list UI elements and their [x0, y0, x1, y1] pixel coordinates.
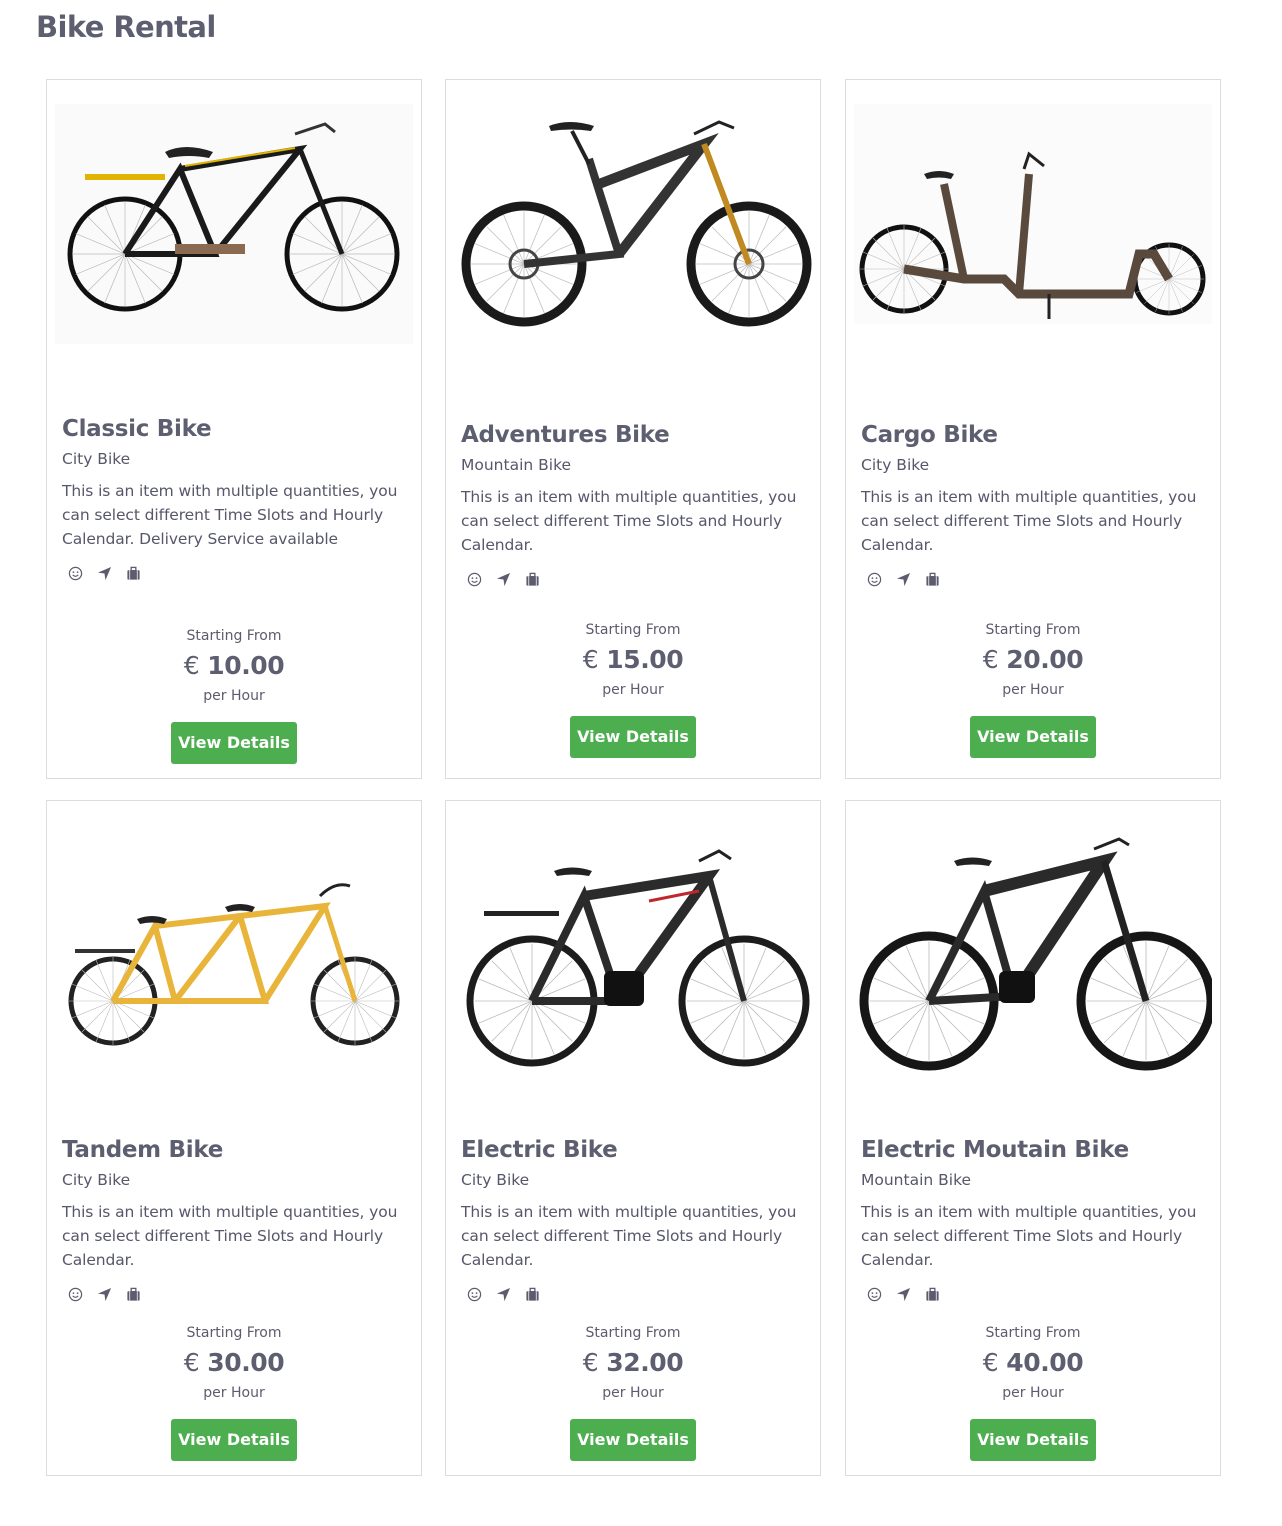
price-unit: per Hour: [1002, 682, 1064, 698]
price: €40.00: [846, 1343, 1220, 1383]
item-name[interactable]: Electric Moutain Bike: [861, 1135, 1208, 1165]
product-card: Classic Bike City Bike This is an item w…: [46, 79, 422, 779]
item-type: Mountain Bike: [461, 456, 572, 474]
product-card: Electric Moutain Bike Mountain Bike This…: [845, 800, 1221, 1476]
feature-icons: [467, 572, 808, 587]
feature-icons: [68, 1287, 409, 1302]
price: €10.00: [47, 646, 421, 686]
item-type: City Bike: [62, 450, 131, 468]
item-description: This is an item with multiple quantities…: [861, 488, 1197, 554]
classic-bike-image: [55, 104, 413, 344]
item-name[interactable]: Cargo Bike: [861, 420, 1208, 450]
feature-icons: [867, 572, 1208, 587]
briefcase-icon: [126, 566, 141, 581]
item-type: City Bike: [62, 1171, 131, 1189]
price: €20.00: [846, 640, 1220, 680]
currency: €: [183, 1348, 200, 1377]
starting-from-label: Starting From: [585, 622, 681, 638]
smiley-icon: [68, 1287, 83, 1302]
item-description: This is an item with multiple quantities…: [461, 488, 797, 554]
mountain-bike-image: [461, 120, 812, 327]
product-card: Cargo Bike City Bike This is an item wit…: [845, 79, 1221, 779]
briefcase-icon: [126, 1287, 141, 1302]
electric-bike-image: [466, 849, 810, 1067]
feature-icons: [867, 1287, 1208, 1302]
price: €30.00: [47, 1343, 421, 1383]
item-name[interactable]: Tandem Bike: [62, 1135, 409, 1165]
item-description: This is an item with multiple quantities…: [861, 1203, 1197, 1269]
view-details-button[interactable]: View Details: [570, 716, 696, 758]
item-type: City Bike: [861, 456, 930, 474]
feature-icons: [68, 566, 409, 581]
starting-from-label: Starting From: [186, 1325, 282, 1341]
location-arrow-icon: [896, 572, 911, 587]
smiley-icon: [467, 572, 482, 587]
price-value: 15.00: [606, 645, 684, 674]
price: €32.00: [446, 1343, 820, 1383]
item-name[interactable]: Electric Bike: [461, 1135, 808, 1165]
page-title: Bike Rental: [36, 10, 216, 44]
smiley-icon: [467, 1287, 482, 1302]
location-arrow-icon: [896, 1287, 911, 1302]
item-type: Mountain Bike: [861, 1171, 972, 1189]
price-value: 32.00: [606, 1348, 684, 1377]
view-details-button[interactable]: View Details: [970, 1419, 1096, 1461]
item-description: This is an item with multiple quantities…: [62, 1203, 398, 1269]
briefcase-icon: [925, 572, 940, 587]
smiley-icon: [867, 572, 882, 587]
starting-from-label: Starting From: [186, 628, 282, 644]
price-unit: per Hour: [1002, 1385, 1064, 1401]
item-name[interactable]: Classic Bike: [62, 414, 409, 444]
starting-from-label: Starting From: [585, 1325, 681, 1341]
starting-from-label: Starting From: [985, 622, 1081, 638]
starting-from-label: Starting From: [985, 1325, 1081, 1341]
product-card: Tandem Bike City Bike This is an item wi…: [46, 800, 422, 1476]
smiley-icon: [867, 1287, 882, 1302]
location-arrow-icon: [97, 566, 112, 581]
price-unit: per Hour: [602, 682, 664, 698]
price-unit: per Hour: [602, 1385, 664, 1401]
price: €15.00: [446, 640, 820, 680]
item-description: This is an item with multiple quantities…: [461, 1203, 797, 1269]
price-unit: per Hour: [203, 688, 265, 704]
tandem-bike-image: [68, 883, 400, 1046]
price-value: 30.00: [207, 1348, 285, 1377]
currency: €: [982, 645, 999, 674]
currency: €: [183, 651, 200, 680]
currency: €: [582, 645, 599, 674]
currency: €: [982, 1348, 999, 1377]
briefcase-icon: [525, 1287, 540, 1302]
view-details-button[interactable]: View Details: [570, 1419, 696, 1461]
view-details-button[interactable]: View Details: [970, 716, 1096, 758]
view-details-button[interactable]: View Details: [171, 1419, 297, 1461]
product-card: Electric Bike City Bike This is an item …: [445, 800, 821, 1476]
product-card: Adventures Bike Mountain Bike This is an…: [445, 79, 821, 779]
price-value: 40.00: [1006, 1348, 1084, 1377]
item-description: This is an item with multiple quantities…: [62, 482, 398, 548]
location-arrow-icon: [496, 572, 511, 587]
view-details-button[interactable]: View Details: [171, 722, 297, 764]
item-type: City Bike: [461, 1171, 530, 1189]
item-name[interactable]: Adventures Bike: [461, 420, 808, 450]
price-value: 20.00: [1006, 645, 1084, 674]
feature-icons: [467, 1287, 808, 1302]
electric-mountain-bike-image: [859, 837, 1212, 1071]
cargo-bike-image: [854, 104, 1212, 324]
briefcase-icon: [525, 572, 540, 587]
briefcase-icon: [925, 1287, 940, 1302]
price-unit: per Hour: [203, 1385, 265, 1401]
location-arrow-icon: [97, 1287, 112, 1302]
price-value: 10.00: [207, 651, 285, 680]
currency: €: [582, 1348, 599, 1377]
location-arrow-icon: [496, 1287, 511, 1302]
smiley-icon: [68, 566, 83, 581]
